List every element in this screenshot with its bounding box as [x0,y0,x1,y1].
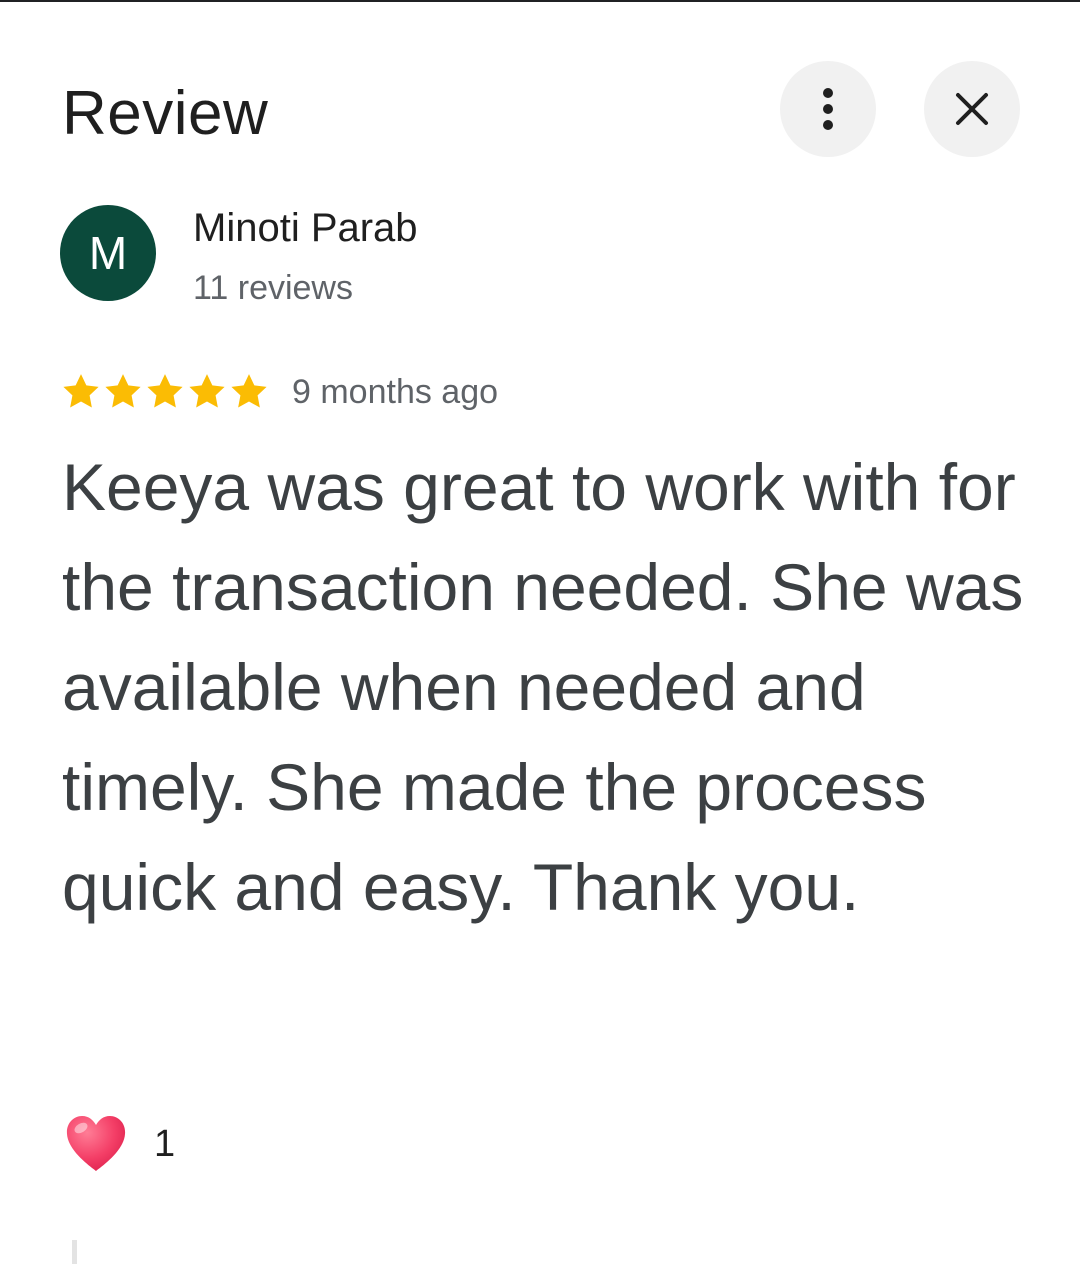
page-title: Review [62,79,269,148]
star-icon [189,374,225,408]
star-icon [105,374,141,408]
heart-icon[interactable] [64,1114,128,1174]
avatar[interactable]: M [60,205,156,301]
star-icon [63,374,99,408]
more-options-button[interactable] [780,61,876,157]
author-review-count: 11 reviews [193,269,353,307]
top-border [0,0,1080,2]
review-text: Keeya was great to work with for the tra… [62,450,1024,924]
more-vert-icon [823,88,833,130]
avatar-initial: M [88,227,128,279]
review-age: 9 months ago [292,373,499,411]
close-icon [956,93,988,125]
scroll-indicator [72,1240,77,1264]
reaction-count: 1 [154,1123,176,1165]
star-icon [147,374,183,408]
star-rating [60,371,270,413]
author-name[interactable]: Minoti Parab [193,205,418,251]
reaction-row[interactable]: 1 [64,1112,175,1176]
rating-row: 9 months ago [60,370,498,414]
star-icon [231,374,267,408]
close-button[interactable] [924,61,1020,157]
